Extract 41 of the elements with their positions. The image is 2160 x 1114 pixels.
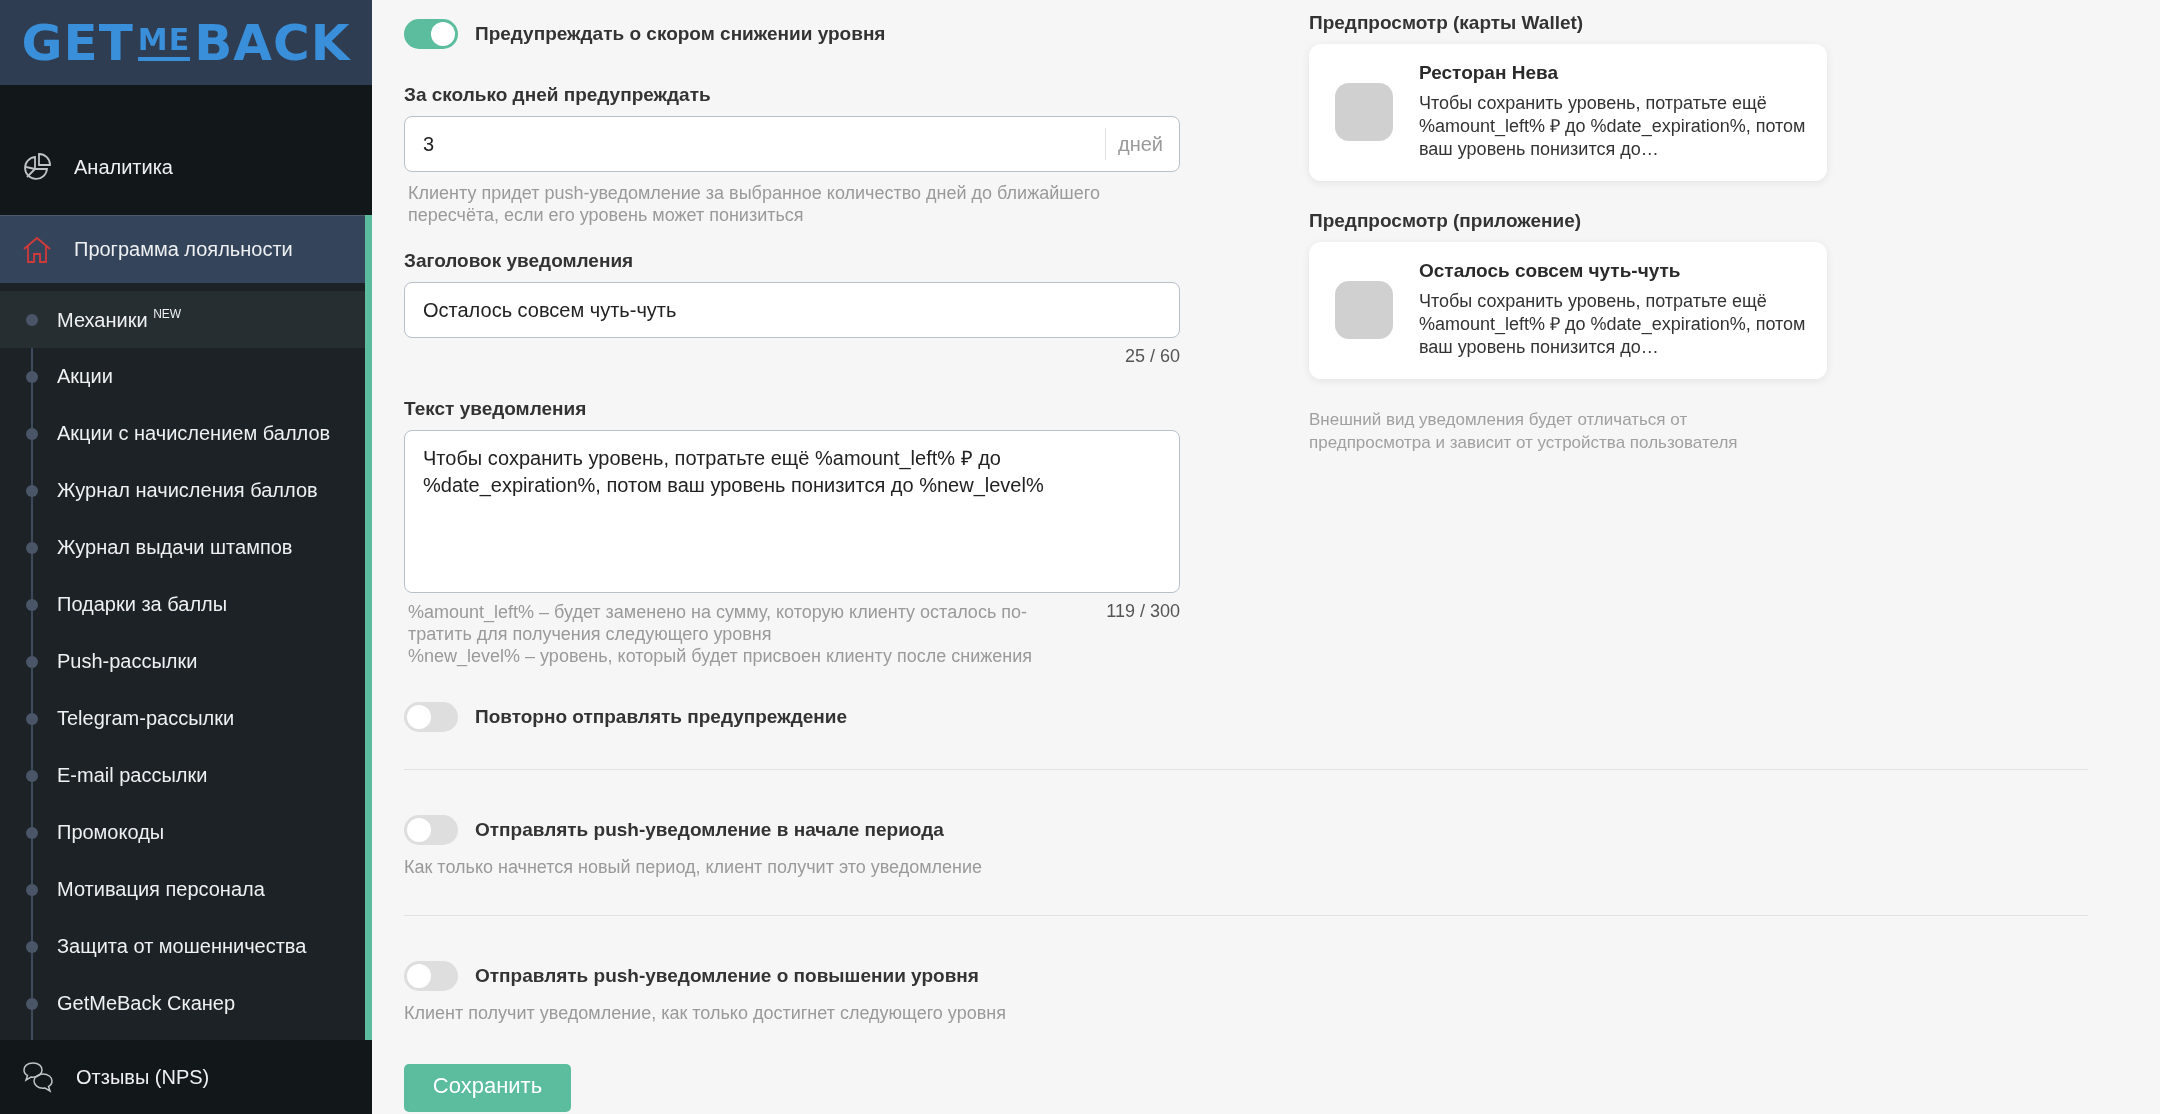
character-counter: 25 / 60	[1123, 346, 1180, 367]
hint-text: %new_level% – уровень, который будет присвоен клиенту после снижения	[408, 645, 1034, 667]
field-label: Заголовок уведомления	[404, 250, 635, 272]
nav-item[interactable]: Отзывы (NPS)	[0, 1040, 372, 1114]
notification-text: Чтобы сохранить уровень, потратьте ещё %amount_left% ₽ до %date_expiration%, потом ваш уровень понизится до…	[1419, 92, 1807, 161]
submenu-item[interactable]: Промокоды	[0, 804, 365, 861]
submenu-item[interactable]: E-mail рассылки	[0, 747, 365, 804]
note-text: Внешний вид уведомления будет отличаться от предпросмотра и зависит от устройства пользователя	[1309, 409, 1739, 454]
submenu-item[interactable]: Механики $^{NEW}$	[0, 291, 365, 348]
input-field[interactable]: Осталось совсем чуть-чуть	[404, 282, 1180, 338]
toggle-label: Отправлять push-уведомление о повышении уровня	[475, 965, 979, 987]
submenu-item[interactable]: Журнал выдачи штампов	[0, 519, 365, 576]
submenu-item[interactable]: Push-рассылки	[0, 633, 365, 690]
nav-item[interactable]: Программа лояльности	[0, 215, 365, 283]
submenu-item[interactable]: Акции	[0, 348, 365, 405]
input-field[interactable]: 3 дней	[404, 116, 1180, 172]
description-text: Как только начнется новый период, клиент получит это уведомление	[404, 857, 984, 878]
submenu-item[interactable]: Telegram-рассылки	[0, 690, 365, 747]
toggle-label: Повторно отправлять предупреждение	[475, 706, 847, 728]
notification-text: Чтобы сохранить уровень, потратьте ещё %amount_left% ₽ до %date_expiration%, потом ваш уровень понизится до…	[1419, 290, 1807, 359]
submenu-item[interactable]: Подарки за баллы	[0, 576, 365, 633]
toggle-label: Предупреждать о скором снижении уровня	[475, 23, 886, 45]
field-label: Текст уведомления	[404, 398, 588, 420]
hint-text: Клиенту придет push-уведомление за выбранное количество дней до ближайшего пересчёта, если его уровень может понизиться	[407, 182, 1101, 226]
textarea-field[interactable]: Чтобы сохранить уровень, потратьте ещё %amount_left% ₽ до %date_expiration%, потом ваш уровень понизится до %new_level%	[404, 430, 1180, 593]
nav-item[interactable]: Аналитика	[0, 132, 372, 202]
description-text: Клиент получит уведомление, как только достигнет следующего уровня	[404, 1003, 1007, 1024]
submenu-item[interactable]: Акции с начислением баллов	[0, 405, 365, 462]
toggle-label: Отправлять push-уведомление в начале периода	[475, 819, 944, 841]
submenu-item[interactable]: GetMeBack Сканер	[0, 975, 365, 1032]
notification-title: Осталось совсем чуть-чуть	[1419, 260, 1682, 282]
submenu-item[interactable]: Мотивация персонала	[0, 861, 365, 918]
notification-title: Ресторан Нева	[1419, 62, 1559, 84]
character-counter: 119 / 300	[1106, 601, 1180, 623]
unit-label: дней	[1105, 128, 1179, 160]
submenu-item[interactable]: Защита от мошенничества	[0, 918, 365, 975]
field-label: За сколько дней предупреждать	[404, 84, 712, 106]
preview-heading: Предпросмотр (карты Wallet)	[1309, 12, 1585, 34]
submenu-item[interactable]: Журнал начисления баллов	[0, 462, 365, 519]
preview-heading: Предпросмотр (приложение)	[1309, 210, 1583, 232]
hint-text: %amount_left% – будет заменено на сумму, которую клиенту осталось по-тратить для получения следующего уровня	[408, 601, 1028, 645]
